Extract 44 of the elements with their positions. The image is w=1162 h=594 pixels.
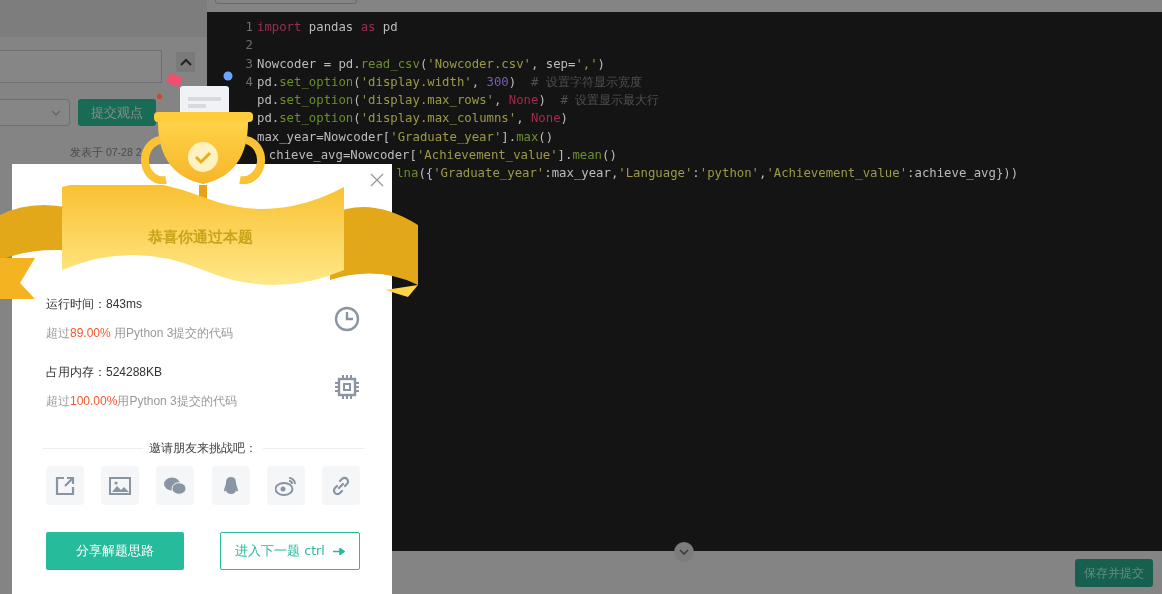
image-icon <box>109 476 132 495</box>
stat-comparison: 超过89.00% 用Python 3提交的代码 <box>46 325 234 342</box>
next-problem-button[interactable]: 进入下一题 ctrl <box>220 532 360 570</box>
share-button[interactable] <box>46 466 84 505</box>
share-solution-button[interactable]: 分享解题思路 <box>46 532 184 570</box>
chat-bubbles-icon <box>164 476 187 495</box>
dot-icon <box>223 71 233 81</box>
chevron-down-icon <box>51 109 61 116</box>
invite-text: 邀请朋友来挑战吧： <box>149 440 257 457</box>
share-external-icon <box>55 475 75 496</box>
line-number: 1 <box>245 20 253 34</box>
clock-icon <box>334 306 360 332</box>
code-line: lna({'Graduate_year':max_year,'Language':'python','Achievement_value':achieve_avg})) <box>396 165 1019 183</box>
penguin-icon <box>222 475 239 496</box>
link-icon <box>330 475 351 496</box>
code-line: pd.set_option('display.max_columns', None) <box>257 110 568 128</box>
share-button[interactable] <box>321 466 360 505</box>
scroll-up-button[interactable] <box>176 52 195 72</box>
share-button[interactable] <box>101 466 140 505</box>
arrow-right-icon <box>332 547 345 555</box>
close-icon[interactable] <box>370 173 384 187</box>
dialog-title: 恭喜你通过本题 <box>148 228 253 247</box>
code-line: max_year=Nowcoder['Graduate_year'].max() <box>257 128 554 146</box>
code-line: import pandas as pd <box>257 19 398 36</box>
chip-icon <box>334 374 360 400</box>
weibo-icon <box>274 475 297 496</box>
confetti-icon <box>166 73 183 87</box>
code-line: Nowcoder = pd.read_csv('Nowcoder.csv', sep=',') <box>257 55 605 73</box>
code-line: chieve_avg=Nowcoder['Achievement_value'].mean() <box>268 147 617 165</box>
line-number: 4 <box>245 74 253 89</box>
notification-dot <box>157 94 162 99</box>
share-button[interactable] <box>211 466 250 505</box>
stat-label: 占用内存：524288KB <box>46 364 164 381</box>
collapse-button[interactable] <box>674 542 694 562</box>
share-button[interactable] <box>156 466 195 505</box>
line-number: 2 <box>245 38 253 53</box>
chevron-down-icon <box>679 549 689 555</box>
share-button[interactable] <box>266 466 305 505</box>
line-number: 3 <box>245 56 253 71</box>
stat-comparison: 超过100.00%用Python 3提交的代码 <box>46 393 237 410</box>
save-submit-button[interactable]: 保存并提交 <box>1075 559 1153 587</box>
chevron-up-icon <box>179 58 192 66</box>
stat-label: 运行时间：843ms <box>46 296 144 313</box>
submit-button[interactable]: 提交观点 <box>78 99 156 126</box>
